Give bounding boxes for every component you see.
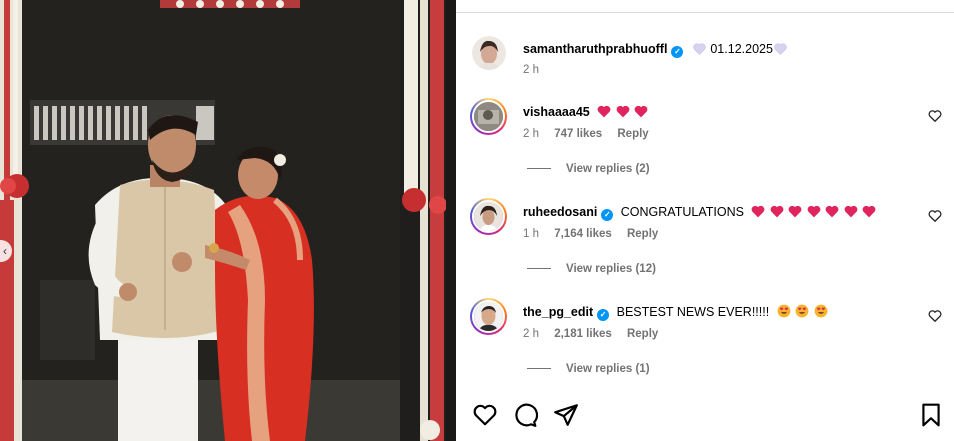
heart-red-icon [597, 105, 611, 118]
heart-pink-icon [862, 205, 876, 218]
heart-red-icon [616, 105, 630, 118]
comment-text: CONGRATULATIONS [620, 205, 744, 219]
view-replies-label: View replies (2) [566, 163, 650, 175]
comment-meta: 2 h 747 likes Reply [523, 128, 661, 140]
divider [527, 268, 551, 270]
divider [527, 168, 551, 170]
view-replies-label: View replies (1) [566, 363, 650, 375]
comment-emojis [751, 203, 876, 220]
caption-text: 01.12.2025 [710, 42, 773, 56]
bookmark-icon[interactable] [918, 402, 944, 428]
post-photo: ‹ [0, 0, 456, 441]
commenter-avatar-image [474, 102, 503, 131]
divider [527, 368, 551, 370]
heart-pink-icon [825, 205, 839, 218]
caption-time: 2 h [523, 64, 539, 76]
author-avatar[interactable] [472, 36, 506, 70]
comment-avatar[interactable] [470, 98, 507, 135]
comment-username[interactable]: ruheedosani [523, 205, 597, 219]
verified-badge-icon: ✓ [671, 46, 684, 58]
comment-meta: 1 h 7,164 likes Reply [523, 228, 670, 240]
comment-avatar[interactable] [470, 198, 507, 235]
divider [456, 12, 954, 13]
caption-line: samantharuthprabhuoffl ✓ 01.12.2025 [523, 40, 787, 58]
reply-button[interactable]: Reply [627, 328, 658, 340]
commenter-avatar-image [474, 202, 503, 231]
author-username[interactable]: samantharuthprabhuoffl [523, 42, 667, 56]
comment-line: the_pg_edit ✓ BESTEST NEWS EVER!!!!! [523, 303, 828, 321]
view-replies-label: View replies (12) [566, 263, 656, 275]
comment-line: vishaaaa45 [523, 103, 648, 121]
heart-eyes-emoji-icon [777, 304, 791, 318]
comment-bubble-icon[interactable] [512, 402, 538, 428]
comment-emojis [777, 303, 828, 320]
verified-badge-icon: ✓ [601, 209, 614, 221]
comment-likes[interactable]: 7,164 likes [554, 228, 612, 240]
comment-meta: 2 h 2,181 likes Reply [523, 328, 670, 340]
heart-pink-icon [844, 205, 858, 218]
comment-line: ruheedosani ✓ CONGRATULATIONS [523, 203, 876, 221]
comment-emojis [597, 103, 648, 120]
reply-button[interactable]: Reply [627, 228, 658, 240]
comment-likes[interactable]: 2,181 likes [554, 328, 612, 340]
comment-avatar[interactable] [470, 298, 507, 335]
heart-pink-icon [788, 205, 802, 218]
view-replies-button[interactable]: View replies (1) [527, 363, 650, 375]
heart-pink-icon [770, 205, 784, 218]
comment-likes[interactable]: 747 likes [554, 128, 602, 140]
comment-username[interactable]: vishaaaa45 [523, 105, 590, 119]
comment-time: 2 h [523, 328, 539, 340]
heart-eyes-emoji-icon [814, 304, 827, 318]
comment-time: 2 h [523, 128, 539, 140]
verified-badge-icon: ✓ [597, 309, 610, 321]
heart-outline-icon[interactable] [472, 402, 498, 428]
lavender-heart-icon [693, 43, 706, 55]
heart-red-icon [634, 105, 648, 118]
post-actions-bar [456, 402, 954, 434]
reply-button[interactable]: Reply [617, 128, 648, 140]
heart-eyes-emoji-icon [795, 304, 809, 318]
comment-username[interactable]: the_pg_edit [523, 305, 593, 319]
heart-pink-icon [807, 205, 821, 218]
commenter-avatar-image [474, 302, 503, 331]
heart-pink-icon [752, 205, 765, 218]
like-comment-heart-icon[interactable] [928, 109, 942, 123]
comment-text: BESTEST NEWS EVER!!!!! [616, 305, 770, 319]
view-replies-button[interactable]: View replies (12) [527, 263, 656, 275]
paper-plane-icon[interactable] [553, 402, 579, 428]
like-comment-heart-icon[interactable] [928, 309, 942, 323]
view-replies-button[interactable]: View replies (2) [527, 163, 650, 175]
caption-meta: 2 h [523, 64, 551, 76]
lavender-heart-icon [774, 43, 787, 55]
comment-time: 1 h [523, 228, 539, 240]
author-avatar-image [472, 36, 506, 70]
comments-panel: samantharuthprabhuoffl ✓ 01.12.2025 2 h v… [456, 0, 954, 441]
like-comment-heart-icon[interactable] [928, 209, 942, 223]
wedding-photo-illustration [0, 0, 456, 441]
